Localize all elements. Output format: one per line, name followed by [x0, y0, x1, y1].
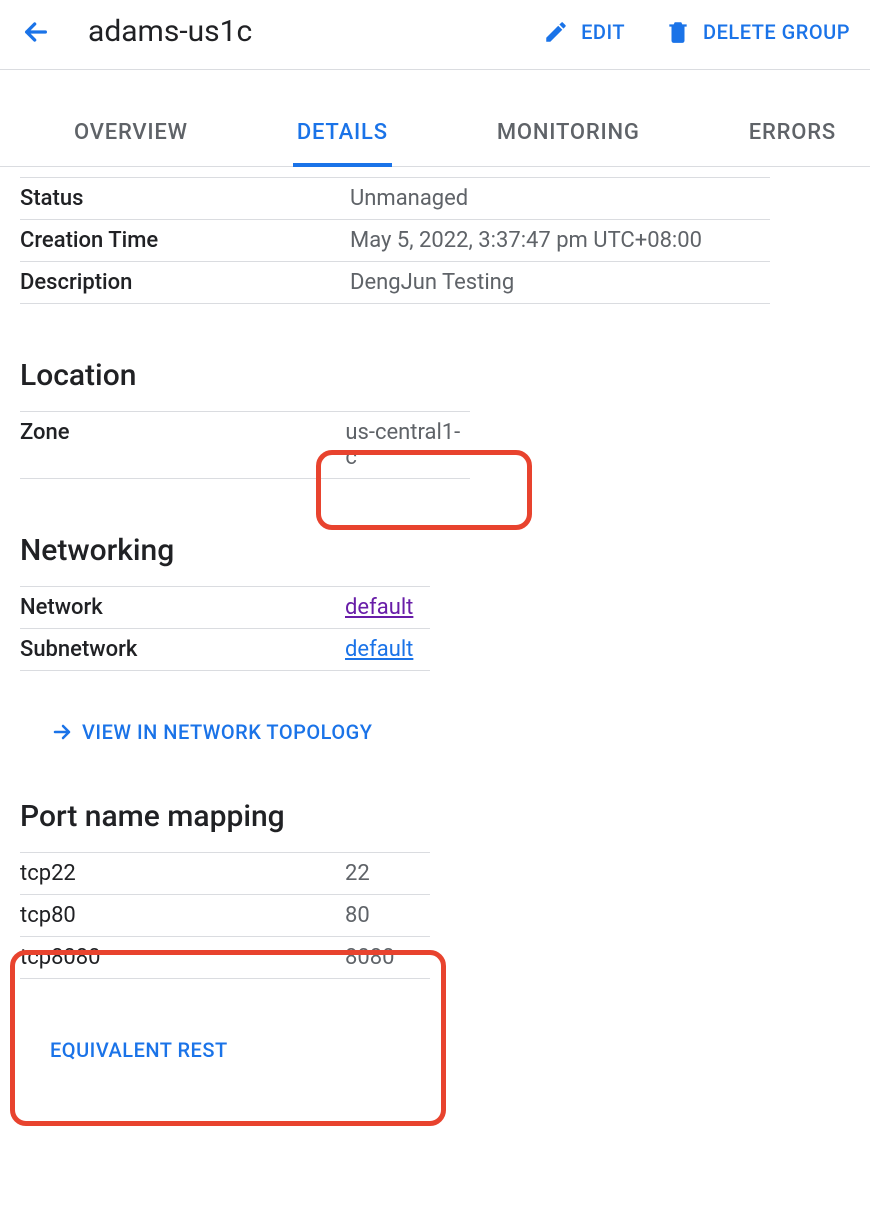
arrow-right-icon: [50, 720, 74, 744]
port-value: 80: [345, 903, 370, 928]
creation-time-value: May 5, 2022, 3:37:47 pm UTC+08:00: [350, 228, 702, 253]
equivalent-rest-button[interactable]: EQUIVALENT REST: [50, 1038, 850, 1062]
port-value: 22: [345, 861, 370, 886]
status-label: Status: [20, 186, 350, 211]
port-name: tcp8080: [20, 945, 345, 970]
view-topology-label: VIEW IN NETWORK TOPOLOGY: [82, 720, 372, 744]
trash-icon: [665, 19, 691, 45]
port-value: 8080: [345, 945, 394, 970]
tab-overview[interactable]: OVERVIEW: [70, 110, 192, 167]
networking-heading: Networking: [20, 533, 850, 568]
subnetwork-label: Subnetwork: [20, 637, 345, 662]
view-network-topology-button[interactable]: VIEW IN NETWORK TOPOLOGY: [50, 720, 850, 744]
port-mapping-heading: Port name mapping: [20, 799, 850, 834]
details-table: Status Unmanaged Creation Time May 5, 20…: [20, 177, 770, 304]
port-name: tcp80: [20, 903, 345, 928]
delete-group-button[interactable]: DELETE GROUP: [665, 19, 850, 45]
port-row: tcp22 22: [20, 852, 430, 895]
port-row: tcp8080 8080: [20, 936, 430, 979]
edit-label: EDIT: [581, 20, 625, 44]
description-label: Description: [20, 270, 350, 295]
zone-row: Zone us-central1-c: [20, 411, 470, 479]
delete-label: DELETE GROUP: [703, 20, 850, 44]
subnetwork-link[interactable]: default: [345, 637, 413, 662]
location-table: Zone us-central1-c: [20, 411, 470, 479]
tab-monitoring[interactable]: MONITORING: [493, 110, 644, 167]
edit-button[interactable]: EDIT: [543, 19, 625, 45]
network-link[interactable]: default: [345, 595, 413, 620]
page-header: adams-us1c EDIT DELETE GROUP: [0, 0, 870, 70]
tab-details[interactable]: DETAILS: [293, 110, 392, 167]
status-value: Unmanaged: [350, 186, 468, 211]
zone-value: us-central1-c: [345, 420, 470, 470]
port-mapping-table: tcp22 22 tcp80 80 tcp8080 8080: [20, 852, 430, 979]
back-button[interactable]: [20, 16, 52, 48]
network-row: Network default: [20, 586, 430, 629]
creation-time-label: Creation Time: [20, 228, 350, 253]
tab-errors[interactable]: ERRORS: [745, 110, 840, 167]
location-heading: Location: [20, 358, 850, 393]
description-value: DengJun Testing: [350, 270, 514, 295]
arrow-left-icon: [20, 16, 52, 48]
port-name: tcp22: [20, 861, 345, 886]
subnetwork-row: Subnetwork default: [20, 628, 430, 671]
tabs-bar: OVERVIEW DETAILS MONITORING ERRORS: [0, 70, 870, 167]
status-row: Status Unmanaged: [20, 177, 770, 220]
pencil-icon: [543, 19, 569, 45]
networking-table: Network default Subnetwork default: [20, 586, 430, 671]
creation-time-row: Creation Time May 5, 2022, 3:37:47 pm UT…: [20, 219, 770, 262]
page-title: adams-us1c: [88, 14, 503, 49]
zone-label: Zone: [20, 420, 345, 470]
network-label: Network: [20, 595, 345, 620]
port-row: tcp80 80: [20, 894, 430, 937]
description-row: Description DengJun Testing: [20, 261, 770, 304]
